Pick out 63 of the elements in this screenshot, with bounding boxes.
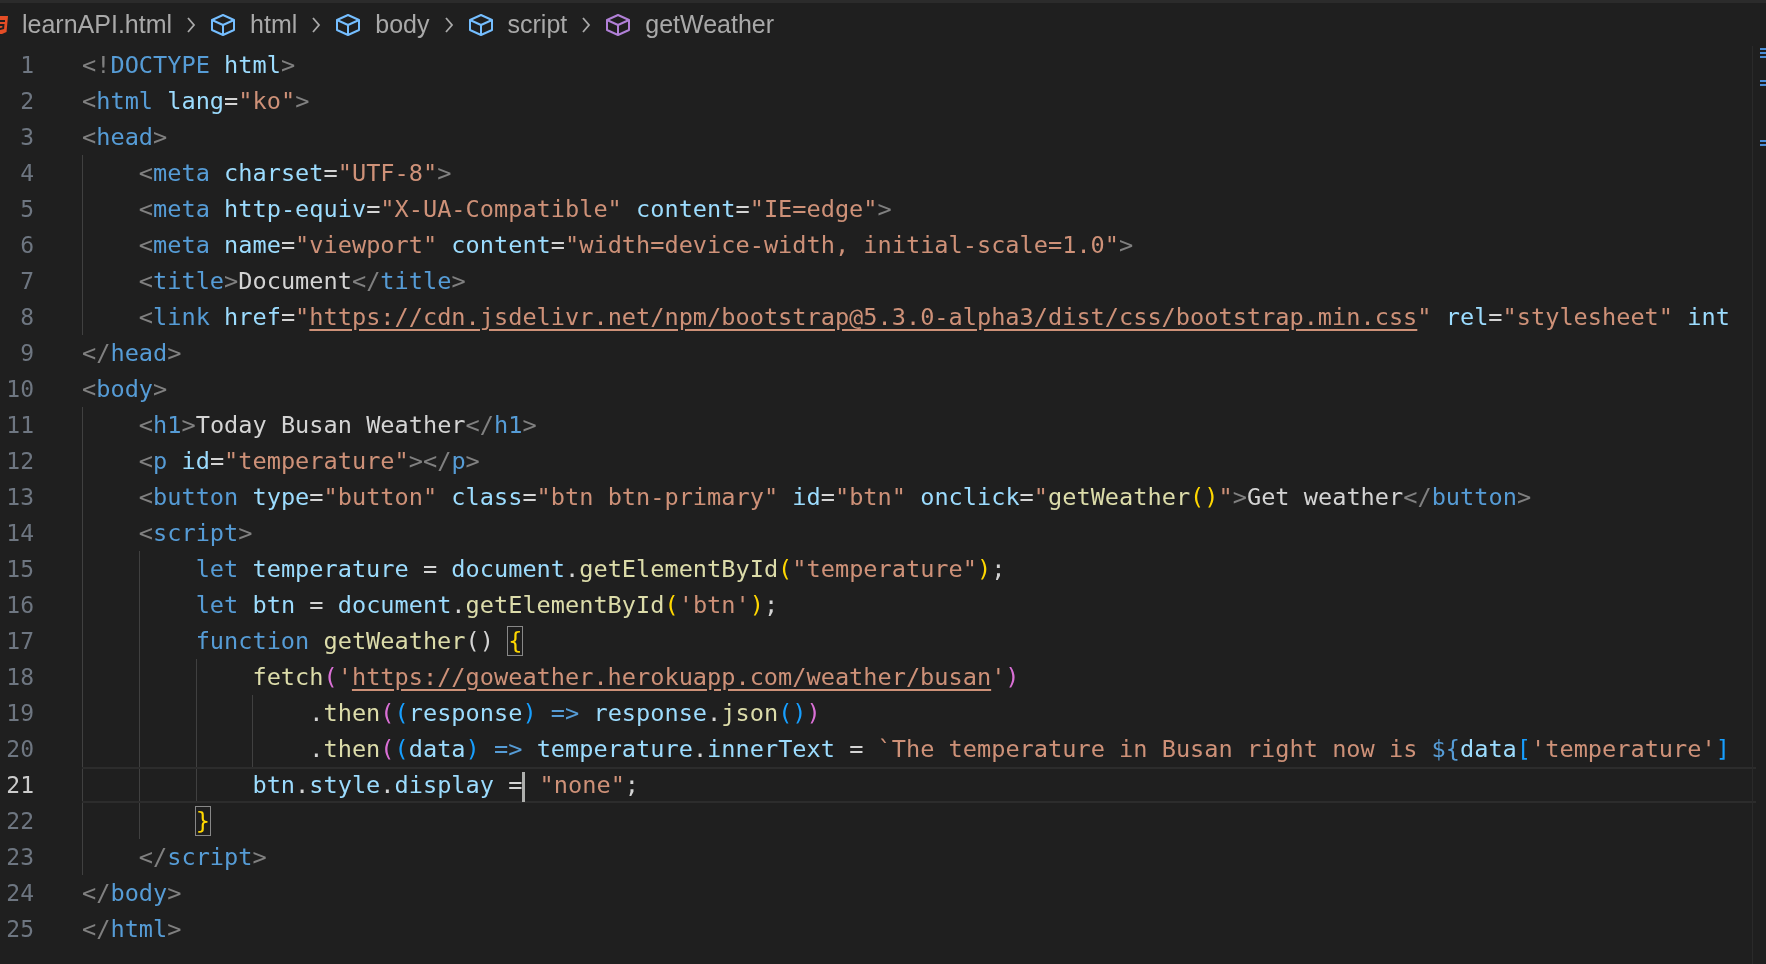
code-line: .then((data) => temperature.innerText = `The temperature in Busan right now is ${data['temperature'] <box>308 734 1730 765</box>
chevron-right-icon <box>443 16 454 34</box>
line-number: 19 <box>5 698 34 728</box>
breadcrumb-item[interactable]: body <box>375 6 430 44</box>
code-line: .then((response) => response.json()) <box>308 698 821 729</box>
code-line: </script> <box>137 842 267 873</box>
code-line: <button type="button" class="btn btn-primary" id="btn" onclick="getWeather()">Get weather</button> <box>137 482 1532 513</box>
line-number: 6 <box>19 230 34 260</box>
breadcrumb-item[interactable]: learnAPI.html <box>22 6 173 44</box>
line-number: 15 <box>5 554 34 584</box>
chevron-right-icon <box>581 16 592 34</box>
code-line: <h1>Today Busan Weather</h1> <box>137 410 537 441</box>
line-number: 8 <box>19 302 34 332</box>
breadcrumb-item[interactable]: getWeather <box>645 6 775 44</box>
cube-icon <box>335 13 362 37</box>
code-line: fetch('https://goweather.herokuapp.com/weather/busan') <box>251 662 1020 693</box>
code-line: <title>Document</title> <box>137 266 466 297</box>
code-line: <meta name="viewport" content="width=device-width, initial-scale=1.0"> <box>137 230 1134 261</box>
line-number: 14 <box>5 518 34 548</box>
code-line: <meta http-equiv="X-UA-Compatible" content="IE=edge"> <box>137 194 892 225</box>
code-line: let temperature = document.getElementById("temperature"); <box>194 554 1006 585</box>
code-line: <html lang="ko"> <box>82 86 310 117</box>
line-number: 18 <box>5 662 34 692</box>
line-number: 7 <box>19 266 34 296</box>
line-number: 12 <box>5 446 34 476</box>
line-number: 9 <box>19 338 34 368</box>
code-line: <body> <box>82 374 168 405</box>
cube-icon <box>605 13 632 37</box>
code-line: } <box>194 806 210 837</box>
line-number: 2 <box>19 86 34 116</box>
breadcrumb-item[interactable]: script <box>507 6 568 44</box>
line-number: 24 <box>5 878 34 908</box>
code-line: </head> <box>82 338 182 369</box>
code-line: let btn = document.getElementById('btn'); <box>194 590 779 621</box>
line-number: 11 <box>5 410 34 440</box>
code-line: function getWeather() { <box>194 626 523 657</box>
code-line: <meta charset="UTF-8"> <box>137 158 452 189</box>
line-number: 23 <box>5 842 34 872</box>
line-number: 10 <box>5 374 34 404</box>
line-number: 20 <box>5 734 34 764</box>
code-line: btn.style.display = "none"; <box>82 767 640 803</box>
code-line: </html> <box>82 914 182 945</box>
line-number: 3 <box>19 122 34 152</box>
breadcrumb-item[interactable]: html <box>250 6 298 44</box>
line-number: 5 <box>19 194 34 224</box>
chevron-right-icon <box>186 16 197 34</box>
code-line: <head> <box>82 122 168 153</box>
line-number: 16 <box>5 590 34 620</box>
code-line: <script> <box>137 518 253 549</box>
chevron-right-icon <box>311 16 322 34</box>
line-number: 21 <box>5 770 34 800</box>
code-line: <link href="https://cdn.jsdelivr.net/npm/bootstrap@5.3.0-alpha3/dist/css/bootstrap.min.css" rel="stylesheet" int <box>137 302 1730 333</box>
line-number: 22 <box>5 806 34 836</box>
code-line: <p id="temperature"></p> <box>137 446 480 477</box>
cube-icon <box>210 13 237 37</box>
cube-icon <box>467 13 494 37</box>
code-line: <!DOCTYPE html> <box>82 50 296 81</box>
line-number: 4 <box>19 158 34 188</box>
code-line: </body> <box>82 878 182 909</box>
line-number: 13 <box>5 482 34 512</box>
line-number: 25 <box>5 914 34 944</box>
line-number: 17 <box>5 626 34 656</box>
line-number: 1 <box>19 50 34 80</box>
